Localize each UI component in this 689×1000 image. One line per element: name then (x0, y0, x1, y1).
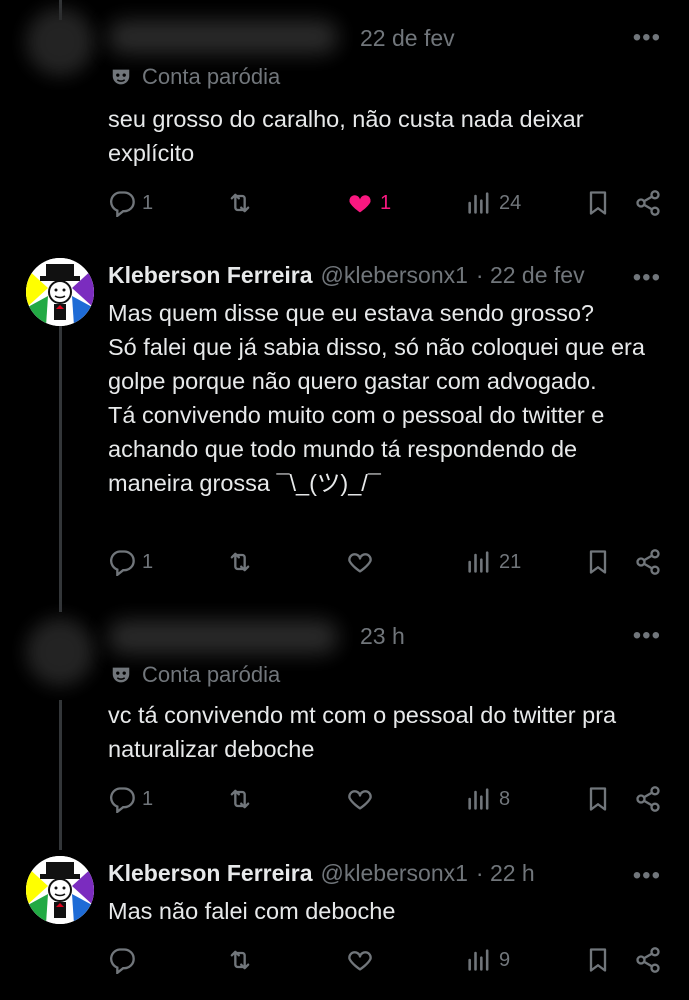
parody-label: Conta paródia (110, 64, 280, 90)
bookmark-button[interactable] (584, 548, 612, 576)
retweet-icon (226, 946, 254, 974)
tweet-actions: 1 21 (108, 548, 668, 582)
parody-text: Conta paródia (142, 662, 281, 687)
tweet[interactable]: Kleberson Ferreira @klebersonx1 · 22 de … (0, 250, 689, 610)
share-button[interactable] (634, 946, 662, 974)
reply-button[interactable] (108, 946, 142, 974)
views-button[interactable]: 21 (465, 548, 521, 576)
replie-count: 1 (142, 550, 154, 573)
bookmark-icon (584, 548, 612, 576)
replie-count: 1 (142, 191, 154, 214)
bookmark-icon (584, 785, 612, 813)
author-name[interactable]: Kleberson Ferreira (108, 860, 313, 887)
retweet-icon (226, 785, 254, 813)
mask-icon (112, 667, 130, 683)
avatar[interactable] (26, 618, 94, 686)
views-icon (465, 548, 493, 576)
retweet-button[interactable] (226, 946, 260, 974)
bookmark-icon (584, 189, 612, 217)
author-name-blurred (108, 20, 338, 54)
tweet-text: Mas quem disse que eu estava sendo gross… (108, 300, 645, 496)
reply-icon (108, 946, 136, 974)
more-icon[interactable]: ••• (633, 862, 661, 890)
views-button[interactable]: 24 (465, 189, 521, 217)
author-handle[interactable]: @klebersonx1 (321, 860, 468, 887)
share-button[interactable] (634, 785, 662, 813)
bookmark-button[interactable] (584, 785, 612, 813)
share-icon (634, 785, 662, 813)
author-handle[interactable]: @klebersonx1 (321, 262, 468, 289)
reply-button[interactable]: 1 (108, 189, 153, 217)
tweet-time[interactable]: · 22 h (476, 860, 535, 887)
retweet-button[interactable] (226, 548, 260, 576)
author-name-blurred (108, 620, 338, 654)
share-icon (634, 946, 662, 974)
tweet-text: vc tá convivendo mt com o pessoal do twi… (108, 702, 623, 762)
like-button[interactable] (346, 785, 380, 813)
views-icon (465, 946, 493, 974)
like-button[interactable] (346, 946, 380, 974)
like-button[interactable]: 1 (346, 189, 391, 217)
reply-button[interactable]: 1 (108, 785, 153, 813)
tweet[interactable]: 22 de fev ••• Conta paródia seu grosso d… (0, 0, 689, 250)
retweet-button[interactable] (226, 189, 260, 217)
reply-icon (108, 548, 136, 576)
share-icon (634, 548, 662, 576)
like-icon (346, 548, 374, 576)
more-icon[interactable]: ••• (633, 622, 661, 650)
tweet-actions: 1 1 24 (108, 189, 668, 223)
like-button[interactable] (346, 548, 380, 576)
retweet-icon (226, 548, 254, 576)
reply-icon (108, 189, 136, 217)
more-icon[interactable]: ••• (633, 264, 661, 292)
parody-label: Conta paródia (110, 662, 280, 688)
avatar-image (26, 258, 94, 326)
avatar[interactable] (26, 8, 94, 76)
avatar[interactable] (26, 856, 94, 924)
tweet-header: Kleberson Ferreira @klebersonx1 · 22 h (108, 860, 535, 887)
avatar-image (26, 856, 94, 924)
bookmark-button[interactable] (584, 946, 612, 974)
tweet-time[interactable]: 23 h (360, 623, 405, 650)
more-icon[interactable]: ••• (633, 24, 661, 52)
share-icon (634, 189, 662, 217)
tweet-actions: 18 (108, 785, 668, 819)
view-count: 9 (499, 948, 511, 971)
like-icon (346, 189, 374, 217)
views-button[interactable]: 9 (465, 946, 510, 974)
avatar[interactable] (26, 258, 94, 326)
like-icon (346, 785, 374, 813)
retweet-icon (226, 189, 254, 217)
tweet-text: Mas não falei com deboche (108, 898, 396, 924)
replie-count: 1 (142, 787, 154, 810)
tweet-time[interactable]: · 22 de fev (476, 262, 585, 289)
view-count: 24 (499, 191, 522, 214)
tweet[interactable]: Kleberson Ferreira @klebersonx1 · 22 h •… (0, 848, 689, 1000)
bookmark-button[interactable] (584, 189, 612, 217)
views-icon (465, 785, 493, 813)
tweet-time[interactable]: 22 de fev (360, 25, 455, 52)
like-count: 1 (380, 191, 392, 214)
views-button[interactable]: 8 (465, 785, 510, 813)
tweet-actions: 9 (108, 946, 668, 980)
view-count: 8 (499, 787, 511, 810)
views-icon (465, 189, 493, 217)
like-icon (346, 946, 374, 974)
share-button[interactable] (634, 189, 662, 217)
retweet-button[interactable] (226, 785, 260, 813)
reply-button[interactable]: 1 (108, 548, 153, 576)
author-name[interactable]: Kleberson Ferreira (108, 262, 313, 289)
parody-text: Conta paródia (142, 64, 281, 89)
reply-icon (108, 785, 136, 813)
mask-icon (112, 69, 130, 85)
tweet-text: seu grosso do caralho, não custa nada de… (108, 106, 591, 166)
tweet-header: Kleberson Ferreira @klebersonx1 · 22 de … (108, 262, 585, 289)
view-count: 21 (499, 550, 522, 573)
bookmark-icon (584, 946, 612, 974)
share-button[interactable] (634, 548, 662, 576)
tweet[interactable]: 23 h ••• Conta paródia vc tá convivendo … (0, 610, 689, 848)
